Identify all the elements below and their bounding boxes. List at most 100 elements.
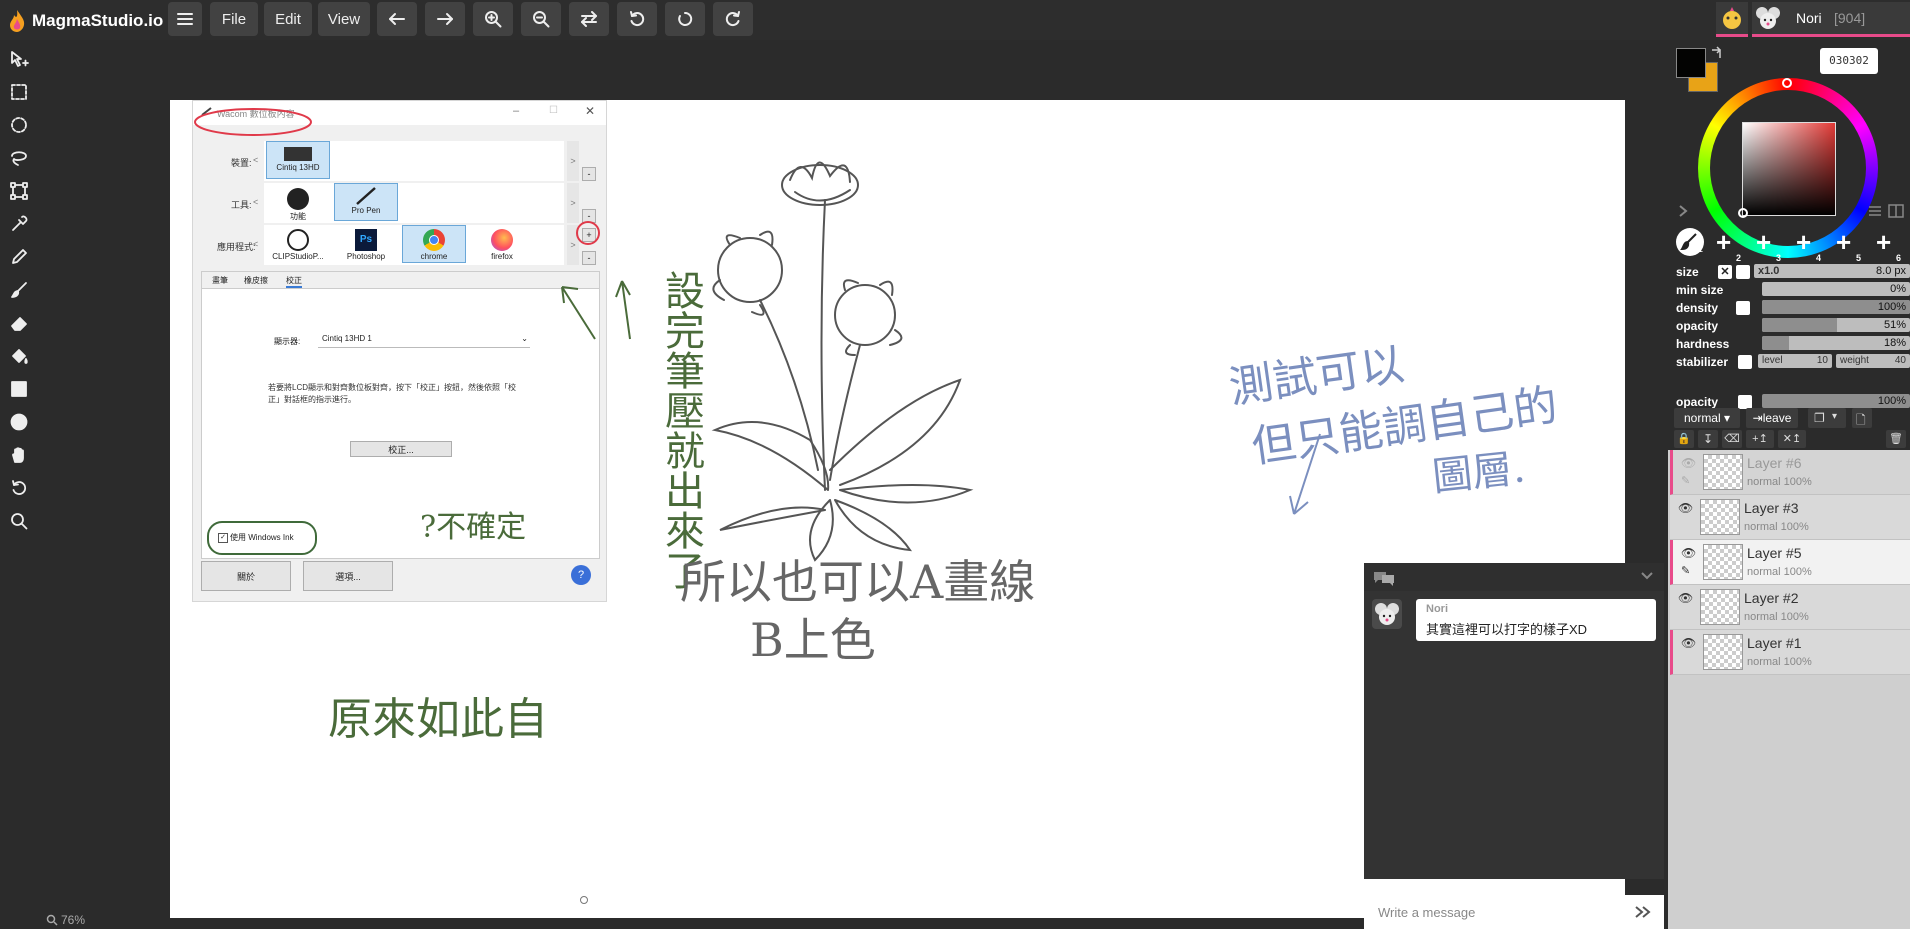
density-pressure-toggle[interactable] [1736,301,1750,315]
weight-field[interactable]: weight 40 [1836,354,1910,368]
caret-down-icon: ▾ [1724,411,1731,425]
chat-input-placeholder: Write a message [1378,905,1476,920]
color-handle[interactable] [1738,208,1748,218]
eye-icon[interactable]: 👁 [1678,501,1693,515]
pen-pressure-toggle[interactable] [1736,265,1750,279]
zoom-in-button[interactable] [473,2,513,36]
add-layer-button[interactable]: +↥ [1746,430,1774,448]
maximize-icon: ☐ [549,105,558,116]
user-avatar-self[interactable] [1716,2,1748,37]
delete-layer-button[interactable]: 🗑 [1886,430,1906,448]
ellipse-tool[interactable] [8,411,30,433]
menu-button[interactable] [168,2,202,36]
device-label: 裝置: [231,158,252,168]
rotate-left-button[interactable] [617,2,657,36]
lasso-tool[interactable] [8,147,30,169]
stabilizer-row: stabilizer level 10 weight 40 [1676,352,1910,372]
layer-row[interactable]: 👁 Layer #1 normal 100% [1670,630,1910,675]
fill-tool[interactable] [8,345,30,367]
square-icon [11,381,27,397]
view-menu[interactable]: View [318,2,370,36]
options-button: 選項... [303,561,393,591]
flip-view-button[interactable] [569,2,609,36]
wacom-app-row: 應用程式: CLIPStudioP... Ps Photoshop chrome [193,221,606,267]
app-item-firefox: firefox [470,225,534,263]
layer-row[interactable]: 👁 Layer #3 normal 100% [1670,495,1910,540]
reset-rotation-button[interactable] [665,2,705,36]
primary-color-swatch[interactable] [1676,48,1706,78]
transform-tool[interactable] [8,180,30,202]
lock-layer-button[interactable]: 🔒 [1674,430,1694,448]
redo-button[interactable] [425,2,465,36]
user-badge[interactable]: Nori [904] [1752,2,1910,37]
layer-opacity-slider[interactable]: 100% [1762,394,1910,408]
hand-tool[interactable] [8,444,30,466]
saturation-square[interactable] [1742,122,1836,216]
zoom-tool[interactable] [8,510,30,532]
layout-icon[interactable] [1888,204,1904,218]
brush-slot-6[interactable]: +6 [1876,229,1904,263]
brush-slot-5[interactable]: +5 [1836,229,1864,263]
layer-row[interactable]: 👁 ✎ Layer #6 normal 100% [1670,450,1910,495]
merge-down-button[interactable]: ↧ [1698,430,1718,448]
pen-tool[interactable] [8,246,30,268]
chevron-down-icon[interactable] [1640,571,1654,581]
pen-icon [12,249,27,264]
app-logo[interactable]: MagmaStudio.io [8,6,163,36]
leave-button[interactable]: ⇥leave [1746,408,1798,428]
density-slider[interactable]: 100% [1762,300,1910,314]
edit-menu[interactable]: Edit [264,2,312,36]
duplicate-layer-button[interactable]: ❐ ▾ [1808,408,1846,428]
swap-colors-icon[interactable] [1710,46,1724,60]
scroll-indicator[interactable] [580,896,588,904]
undo-button[interactable] [377,2,417,36]
wacom-device-row: 裝置: Cintiq 13HD < > - [193,141,606,183]
layer-opacity-lock[interactable] [1738,395,1752,409]
rotate-icon [12,480,27,495]
rectangle-tool[interactable] [8,378,30,400]
sliders-icon[interactable] [1868,204,1882,218]
level-field[interactable]: level 10 [1758,354,1832,368]
layer-thumbnail [1703,634,1743,670]
note-pressure: 設完筆壓就出來了 [658,270,704,590]
file-menu[interactable]: File [210,2,258,36]
brush-slot-4[interactable]: +4 [1796,229,1824,263]
stabilizer-toggle[interactable] [1738,355,1752,369]
zoom-out-button[interactable] [521,2,561,36]
rotate-right-button[interactable] [713,2,753,36]
chat-message: Nori 其實這裡可以打字的樣子XD [1416,599,1656,641]
eye-icon[interactable]: 👁 [1678,591,1693,605]
chevron-right-icon[interactable] [1676,204,1690,218]
brush-slot-active[interactable]: 1 [1676,228,1704,256]
rotate-tool[interactable] [8,477,30,499]
wacom-tool-row: 工具: 功能 Pro Pen < > - [193,183,606,225]
new-layer-button[interactable]: 🗋 [1852,408,1872,428]
eye-icon[interactable]: 👁 [1681,456,1696,470]
remove-layer-button[interactable]: ✕↥ [1778,430,1806,448]
move-tool[interactable] [8,48,30,70]
layer-row-selected[interactable]: 👁 ✎ Layer #5 normal 100% [1670,540,1910,585]
rect-select-tool[interactable] [8,81,30,103]
eye-icon[interactable]: 👁 [1681,636,1696,650]
ellipse-select-tool[interactable] [8,114,30,136]
size-slider[interactable]: x1.0 8.0 px [1754,264,1910,278]
eye-icon[interactable]: 👁 [1681,546,1696,560]
chat-input[interactable]: Write a message [1364,895,1664,929]
send-icon[interactable] [1634,905,1652,919]
opacity-slider[interactable]: 51% [1762,318,1910,332]
hue-handle[interactable] [1782,78,1792,88]
hardness-slider[interactable]: 18% [1762,336,1910,350]
hex-color-input[interactable]: 030302 [1820,48,1878,74]
merge-down-icon: ↧ [1702,432,1714,446]
brush-slot-2[interactable]: +2 [1716,229,1744,263]
eyedropper-tool[interactable] [8,213,30,235]
layer-row[interactable]: 👁 Layer #2 normal 100% [1670,585,1910,630]
blend-mode-select[interactable]: normal ▾ [1674,408,1740,428]
clear-layer-button[interactable]: ⌫ [1722,430,1742,448]
eraser-tool[interactable] [8,312,30,334]
close-icon[interactable]: ✕ [1718,265,1732,279]
min-size-slider[interactable]: 0% [1762,282,1910,296]
brush-tool[interactable] [8,279,30,301]
brush-slot-3[interactable]: +3 [1756,229,1784,263]
remove-layer-icon: ✕↥ [1782,433,1802,445]
